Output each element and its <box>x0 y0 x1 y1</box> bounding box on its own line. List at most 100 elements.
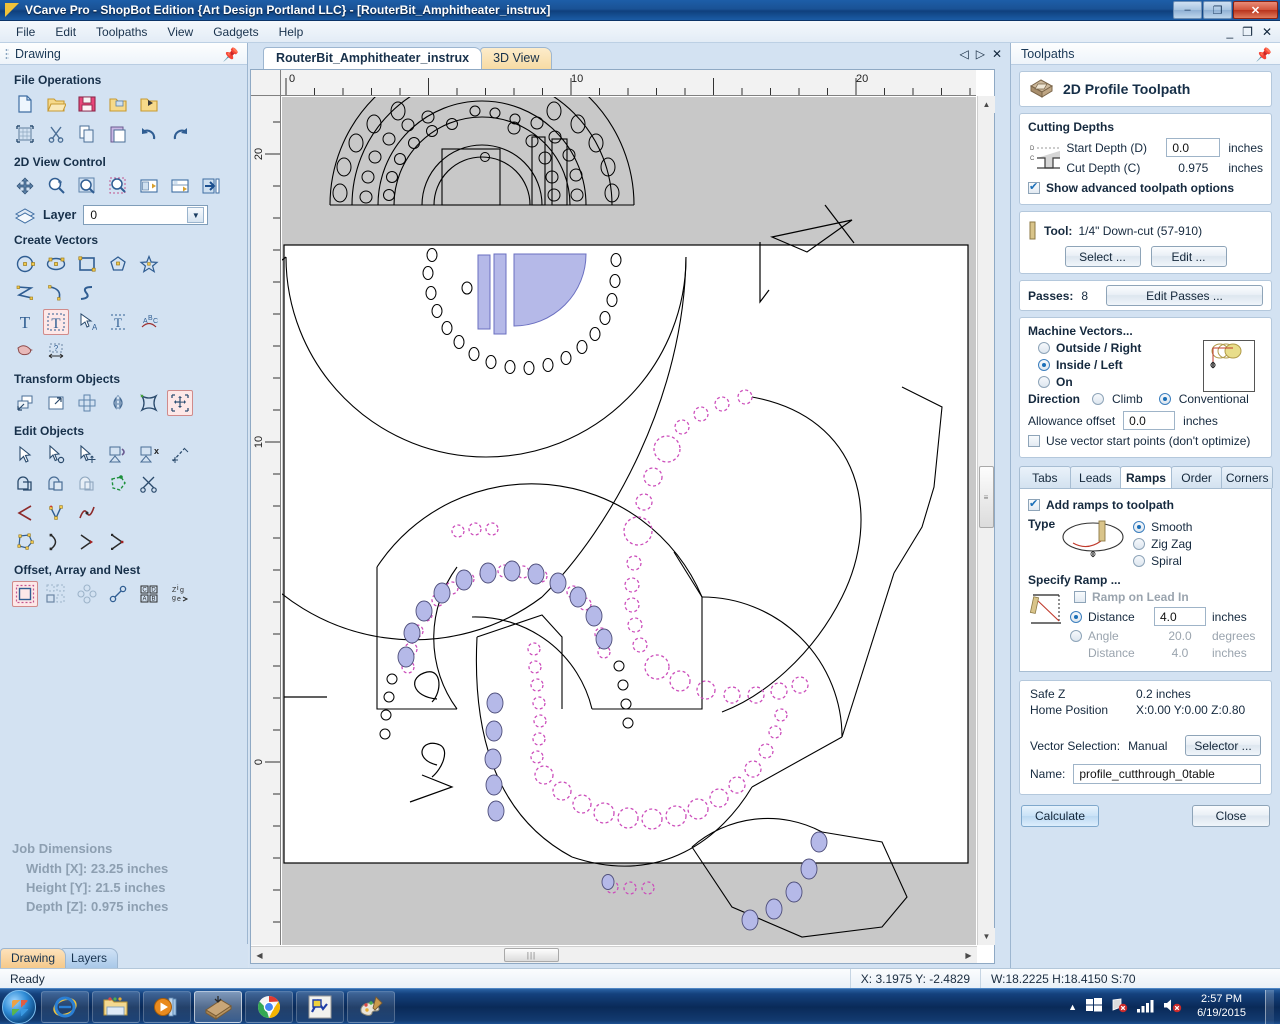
volume-muted-icon[interactable] <box>1163 998 1182 1016</box>
redo-icon[interactable] <box>167 121 193 147</box>
intersect-icon[interactable] <box>74 471 100 497</box>
menu-file[interactable]: File <box>6 22 45 42</box>
mdi-restore-button[interactable]: ❐ <box>1242 25 1253 39</box>
zoom-box-icon[interactable] <box>105 173 131 199</box>
use-vector-start-points-checkbox[interactable] <box>1028 435 1040 447</box>
tool-select-button[interactable]: Select ... <box>1064 246 1141 267</box>
arc-icon[interactable] <box>43 280 69 306</box>
menu-view[interactable]: View <box>157 22 203 42</box>
file-explorer-icon[interactable] <box>92 990 140 1023</box>
radio-zigzag[interactable] <box>1133 538 1146 550</box>
zoom-drawing-icon[interactable] <box>136 173 162 199</box>
weld-icon[interactable] <box>12 471 38 497</box>
node-edit-icon[interactable] <box>43 442 69 468</box>
tab-ramps[interactable]: Ramps <box>1120 466 1172 488</box>
smooth-curve-icon[interactable] <box>74 500 100 526</box>
subtract-icon[interactable] <box>43 471 69 497</box>
ellipse-icon[interactable] <box>43 251 69 277</box>
scale-objects-icon[interactable] <box>43 390 69 416</box>
star-icon[interactable] <box>136 251 162 277</box>
job-setup-icon[interactable] <box>12 121 38 147</box>
pin-icon[interactable]: 📌 <box>1256 47 1272 63</box>
scroll-left-button[interactable]: ◀ <box>251 947 268 963</box>
edit-passes-button[interactable]: Edit Passes ... <box>1106 285 1263 306</box>
tab-next-button[interactable]: ▷ <box>976 47 985 61</box>
windows-flag-icon[interactable] <box>1086 998 1103 1015</box>
shopbot-icon[interactable] <box>296 990 344 1023</box>
undo-icon[interactable] <box>136 121 162 147</box>
tab-order[interactable]: Order <box>1170 466 1223 488</box>
measure-icon[interactable] <box>167 442 193 468</box>
toggle-panel-icon[interactable] <box>198 173 224 199</box>
ramp-distance-input[interactable]: 4.0 <box>1154 607 1206 626</box>
mdi-minimize-button[interactable]: _ <box>1226 25 1233 39</box>
tab-drawing[interactable]: Drawing <box>0 948 67 968</box>
cut-icon[interactable] <box>43 121 69 147</box>
canvas-horizontal-scrollbar[interactable]: ◀ ||| ▶ <box>251 946 977 963</box>
menu-edit[interactable]: Edit <box>45 22 86 42</box>
text-arc-icon[interactable]: ABC <box>136 309 162 335</box>
zoom-job-icon[interactable] <box>167 173 193 199</box>
chevron-down-icon[interactable]: ▼ <box>187 207 205 223</box>
radio-ramp-angle[interactable] <box>1070 630 1082 642</box>
add-node-icon[interactable] <box>105 529 131 555</box>
internet-explorer-icon[interactable] <box>41 990 89 1023</box>
curve-icon[interactable] <box>74 280 100 306</box>
node-tools-icon[interactable] <box>43 500 69 526</box>
rectangle-icon[interactable] <box>74 251 100 277</box>
offset-selected-icon[interactable] <box>12 581 38 607</box>
pan-icon[interactable] <box>12 173 38 199</box>
calculate-button[interactable]: Calculate <box>1021 805 1099 827</box>
radio-conventional[interactable] <box>1158 393 1171 405</box>
text-selected-icon[interactable]: T <box>43 309 69 335</box>
tab-layers[interactable]: Layers <box>60 948 119 968</box>
media-player-icon[interactable] <box>143 990 191 1023</box>
menu-gadgets[interactable]: Gadgets <box>203 22 268 42</box>
join-vectors-icon[interactable] <box>105 442 131 468</box>
scissors-icon[interactable] <box>136 471 162 497</box>
start-point-icon[interactable] <box>43 529 69 555</box>
pin-icon[interactable]: 📌 <box>223 47 239 63</box>
maximize-button[interactable]: ❐ <box>1203 1 1232 19</box>
panel-grip-icon[interactable] <box>5 47 9 60</box>
ramp-on-lead-in-checkbox[interactable] <box>1074 591 1086 603</box>
array-copy-icon[interactable] <box>43 581 69 607</box>
radio-outside-right[interactable] <box>1038 342 1050 354</box>
scroll-right-button[interactable]: ▶ <box>960 947 977 963</box>
tool-edit-button[interactable]: Edit ... <box>1150 246 1227 267</box>
close-toolpath-button[interactable]: Close <box>1192 805 1270 827</box>
radio-ramp-distance[interactable] <box>1070 610 1082 623</box>
start-depth-input[interactable]: 0.0 <box>1166 138 1221 157</box>
copy-icon[interactable] <box>74 121 100 147</box>
trim-icon[interactable] <box>105 471 131 497</box>
reverse-direction-icon[interactable] <box>74 529 100 555</box>
open-file-icon[interactable] <box>43 91 69 117</box>
tab-prev-button[interactable]: ◁ <box>959 47 968 61</box>
export-file-icon[interactable] <box>136 91 162 117</box>
radio-spiral[interactable] <box>1133 555 1146 567</box>
radio-climb[interactable] <box>1092 393 1105 405</box>
close-vectors-icon[interactable]: x <box>136 442 162 468</box>
paint-icon[interactable] <box>347 990 395 1023</box>
vcarve-pro-icon[interactable] <box>194 990 242 1023</box>
add-ramps-checkbox[interactable] <box>1028 497 1040 511</box>
paste-icon[interactable] <box>105 121 131 147</box>
drawing-canvas[interactable] <box>282 97 976 945</box>
layer-select[interactable]: 0 ▼ <box>83 205 209 225</box>
zig-zag-nest-icon[interactable]: Zigge <box>167 581 193 607</box>
selector-button[interactable]: Selector ... <box>1185 735 1261 756</box>
circular-array-icon[interactable] <box>74 581 100 607</box>
show-hidden-icons-button[interactable]: ▲ <box>1068 1002 1077 1012</box>
import-file-icon[interactable] <box>105 91 131 117</box>
move-node-icon[interactable] <box>74 442 100 468</box>
scroll-up-button[interactable]: ▲ <box>978 96 995 113</box>
text-on-curve-icon[interactable]: T <box>105 309 131 335</box>
vertical-scroll-thumb[interactable]: ≡ <box>979 466 994 528</box>
tab-routerbit-amphitheater-instrux[interactable]: RouterBit_Amphitheater_instrux <box>263 47 483 69</box>
radio-inside-left[interactable] <box>1038 359 1050 371</box>
scroll-down-button[interactable]: ▼ <box>978 928 995 945</box>
google-chrome-icon[interactable] <box>245 990 293 1023</box>
new-file-icon[interactable] <box>12 91 38 117</box>
taskbar-clock[interactable]: 2:57 PM 6/19/2015 <box>1191 993 1252 1021</box>
show-advanced-checkbox[interactable] <box>1028 180 1040 194</box>
